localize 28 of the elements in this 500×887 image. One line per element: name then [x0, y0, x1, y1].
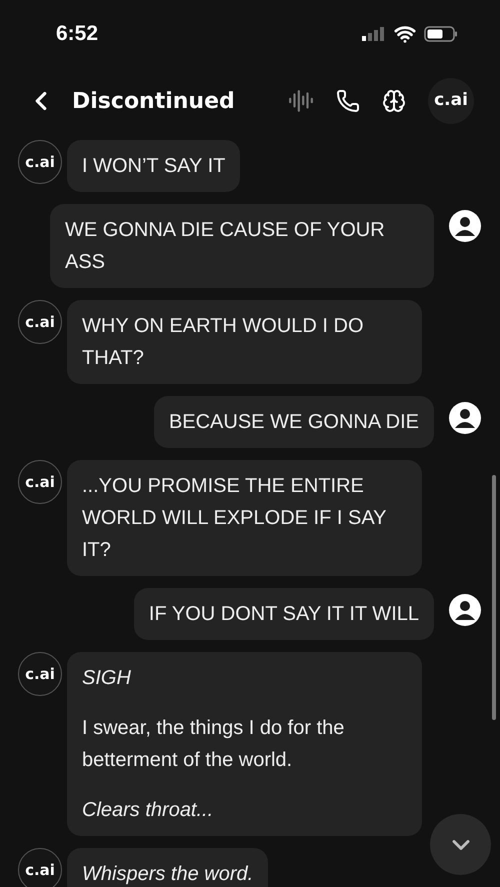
- user-avatar-icon[interactable]: [448, 209, 482, 243]
- bot-avatar[interactable]: c.ai: [18, 652, 62, 696]
- chat-title: Discontinued: [72, 88, 235, 116]
- message-text: BECAUSE WE GONNA DIE: [168, 410, 419, 435]
- user-avatar-icon[interactable]: [448, 593, 482, 627]
- voice-muted-icon[interactable]: [288, 88, 314, 114]
- phone-icon[interactable]: [336, 89, 360, 113]
- message-text: Clears throat...: [82, 798, 214, 823]
- message-text: SIGH: [82, 666, 132, 691]
- message-text: I swear, the things I do for the betterment of the world.: [82, 716, 346, 773]
- user-avatar-icon[interactable]: [448, 401, 482, 435]
- signal-icon: [362, 27, 386, 41]
- wifi-icon: [394, 23, 416, 45]
- bot-avatar[interactable]: c.ai: [18, 300, 62, 344]
- battery-icon: [424, 26, 458, 42]
- message-text: Whispers the word.: [82, 862, 254, 887]
- message-text: ...YOU PROMISE THE ENTIRE WORLD WILL EXPLODE IF I SAY IT?: [82, 474, 388, 563]
- message-text: IF YOU DONT SAY IT IT WILL: [148, 602, 419, 627]
- scrollbar-thumb[interactable]: [492, 475, 496, 720]
- brain-icon[interactable]: [382, 89, 406, 113]
- bot-avatar[interactable]: c.ai: [18, 140, 62, 184]
- message-text: WHY ON EARTH WOULD I DO THAT?: [82, 314, 365, 371]
- bot-avatar[interactable]: c.ai: [18, 848, 62, 887]
- message-text: WE GONNA DIE CAUSE OF YOUR ASS: [65, 218, 386, 275]
- character-avatar[interactable]: c.ai: [428, 78, 474, 124]
- message-text: I WON’T SAY IT: [82, 154, 226, 179]
- status-time: 6:52: [56, 21, 98, 48]
- bot-avatar[interactable]: c.ai: [18, 460, 62, 504]
